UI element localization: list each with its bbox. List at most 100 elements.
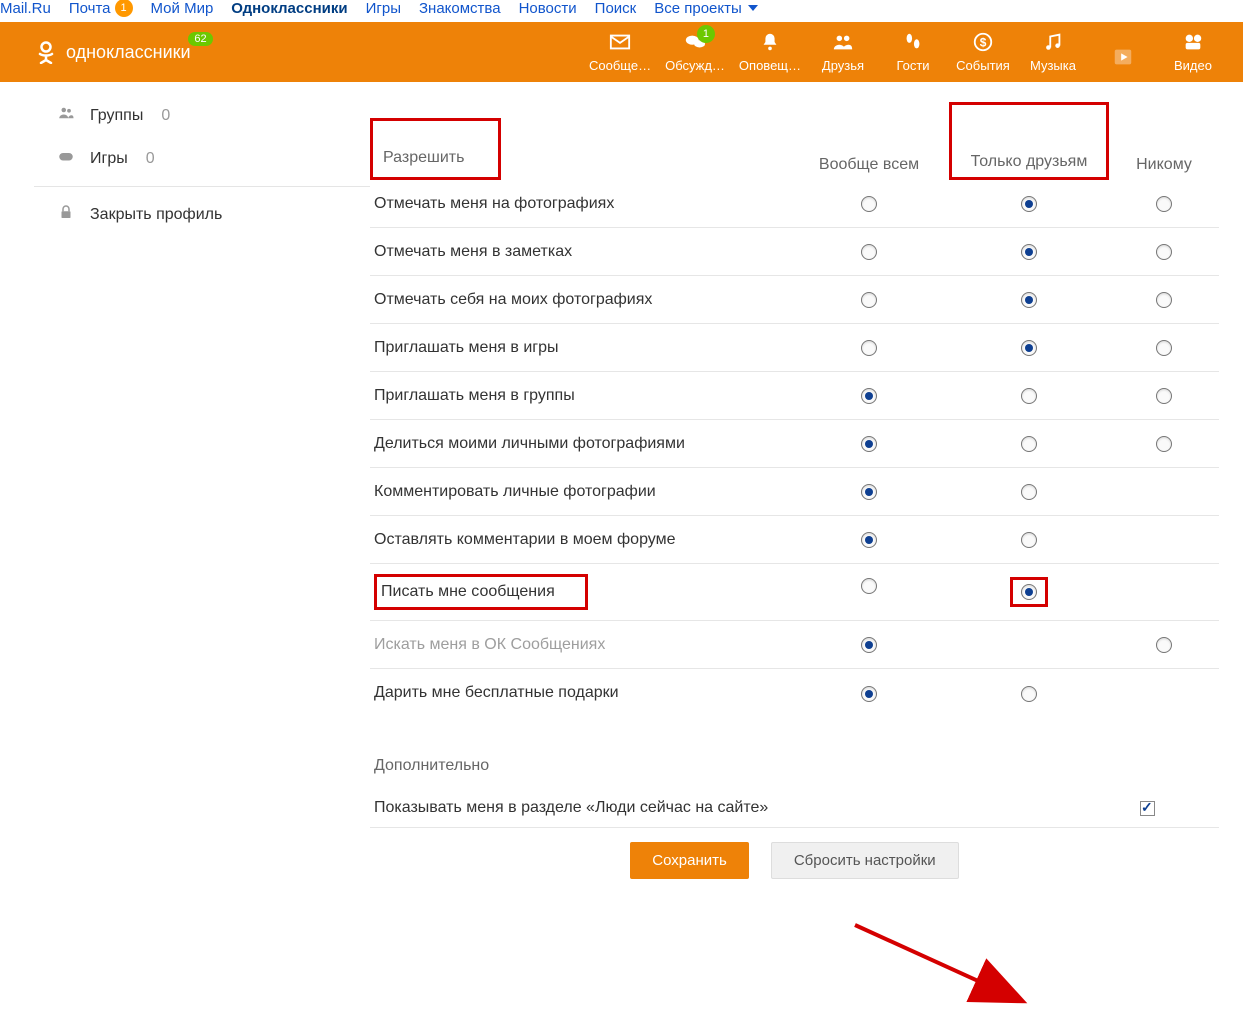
save-button[interactable]: Сохранить [630, 842, 749, 879]
permission-radio[interactable] [1021, 244, 1037, 260]
mailru-link-8[interactable]: Все проекты [654, 0, 758, 17]
header-bell-link[interactable]: Оповещ… [739, 31, 801, 73]
mailru-link-2[interactable]: Мой Мир [151, 0, 214, 17]
permission-radio[interactable] [861, 340, 877, 356]
permission-row: Делиться моими личными фотографиями [370, 420, 1219, 468]
permission-row: Искать меня в ОК Сообщениях [370, 621, 1219, 669]
permission-radio[interactable] [861, 436, 877, 452]
permission-radio[interactable] [1021, 196, 1037, 212]
permission-label: Приглашать меня в группы [370, 377, 789, 415]
additional-title: Дополнительно [374, 757, 1219, 775]
header-coin-link[interactable]: $События [955, 31, 1011, 73]
permission-radio[interactable] [861, 484, 877, 500]
mailru-link-6[interactable]: Новости [519, 0, 577, 17]
permission-cell [1109, 195, 1219, 212]
column-nobody: Никому [1109, 156, 1219, 180]
permission-label: Делиться моими личными фотографиями [370, 425, 789, 463]
permission-radio[interactable] [1021, 532, 1037, 548]
sidebar-item-count: 0 [161, 107, 170, 125]
permission-radio[interactable] [861, 637, 877, 653]
column-friends-only: Только друзьям [949, 102, 1109, 180]
permission-radio[interactable] [1021, 584, 1037, 600]
mailru-top-bar: Mail.Ru Почта1 Мой Мир Одноклассники Игры Зна… [0, 0, 1243, 22]
permission-radio[interactable] [1021, 292, 1037, 308]
permission-radio[interactable] [1156, 340, 1172, 356]
sidebar-item-label: Группы [90, 107, 143, 125]
mailru-link-7[interactable]: Поиск [595, 0, 637, 17]
coin-icon: $ [970, 31, 996, 56]
permission-label: Отмечать меня на фотографиях [370, 185, 789, 223]
permission-radio[interactable] [1021, 686, 1037, 702]
permission-radio[interactable] [1156, 637, 1172, 653]
mailru-link-5[interactable]: Знакомства [419, 0, 501, 17]
header-music-link[interactable]: Музыка [1025, 31, 1081, 73]
reset-button[interactable]: Сбросить настройки [771, 842, 959, 879]
permission-radio[interactable] [1021, 388, 1037, 404]
permission-cell [949, 531, 1109, 548]
permission-label: Писать мне сообщения [370, 564, 789, 620]
permission-radio[interactable] [1021, 340, 1037, 356]
header-item-label: Гости [896, 58, 929, 73]
permission-radio[interactable] [861, 244, 877, 260]
permission-cell [789, 531, 949, 548]
mailru-link-1[interactable]: Почта1 [69, 0, 133, 17]
header-item-label: Видео [1174, 58, 1212, 73]
action-bar: Сохранить Сбросить настройки [370, 827, 1219, 893]
permission-cell [789, 435, 949, 452]
permission-radio[interactable] [1156, 196, 1172, 212]
mailru-link-0[interactable]: Mail.Ru [0, 0, 51, 17]
permission-row: Дарить мне бесплатные подарки [370, 669, 1219, 717]
header-footprints-link[interactable]: Гости [885, 31, 941, 73]
permission-cell [1109, 291, 1219, 308]
permission-cell [1109, 577, 1219, 607]
header-envelope-link[interactable]: Сообще… [589, 31, 651, 73]
permission-row: Отмечать себя на моих фотографиях [370, 276, 1219, 324]
show-online-label: Показывать меня в разделе «Люди сейчас н… [374, 799, 768, 817]
permission-cell [789, 684, 949, 701]
mailru-link-3[interactable]: Одноклассники [231, 0, 347, 17]
permission-radio[interactable] [1021, 436, 1037, 452]
site-logo-text: одноклассники [66, 42, 191, 63]
permission-radio[interactable] [861, 686, 877, 702]
play-icon [1110, 46, 1136, 71]
header-friends-link[interactable]: Друзья [815, 31, 871, 73]
gamepad-icon [56, 147, 76, 170]
header-video-link[interactable]: Видео [1165, 31, 1221, 73]
permission-radio[interactable] [1021, 484, 1037, 500]
header-play-link[interactable] [1095, 46, 1151, 73]
permission-cell [949, 435, 1109, 452]
permission-cell [789, 339, 949, 356]
permission-cell [1109, 243, 1219, 260]
permission-row: Писать мне сообщения [370, 564, 1219, 621]
svg-text:$: $ [980, 36, 987, 50]
badge: 1 [697, 25, 715, 43]
mailru-link-4[interactable]: Игры [366, 0, 401, 17]
permission-radio[interactable] [861, 292, 877, 308]
permission-cell [789, 483, 949, 500]
permission-row: Оставлять комментарии в моем форуме [370, 516, 1219, 564]
site-logo[interactable]: одноклассники 62 [34, 40, 191, 64]
envelope-icon [607, 31, 633, 56]
permission-radio[interactable] [861, 388, 877, 404]
permission-radio[interactable] [1156, 244, 1172, 260]
permission-cell [789, 243, 949, 260]
permission-radio[interactable] [1156, 388, 1172, 404]
show-online-checkbox[interactable] [1140, 801, 1155, 816]
permission-radio[interactable] [861, 532, 877, 548]
header-chat-link[interactable]: 1Обсужд… [665, 31, 725, 73]
lock-icon [56, 203, 76, 226]
sidebar-close-profile[interactable]: Закрыть профиль [34, 193, 370, 236]
permission-radio[interactable] [861, 196, 877, 212]
permission-radio[interactable] [861, 578, 877, 594]
permission-radio[interactable] [1156, 292, 1172, 308]
permission-cell [949, 243, 1109, 260]
permission-radio[interactable] [1156, 436, 1172, 452]
permission-label: Оставлять комментарии в моем форуме [370, 521, 789, 559]
sidebar-item-gamepad[interactable]: Игры0 [34, 137, 370, 180]
header-item-label: Обсужд… [665, 58, 725, 73]
permission-cell [949, 684, 1109, 701]
sidebar-item-group[interactable]: Группы 0 [34, 94, 370, 137]
ok-logo-icon [34, 40, 58, 64]
mail-badge: 1 [115, 0, 133, 17]
permission-label: Дарить мне бесплатные подарки [370, 674, 789, 712]
